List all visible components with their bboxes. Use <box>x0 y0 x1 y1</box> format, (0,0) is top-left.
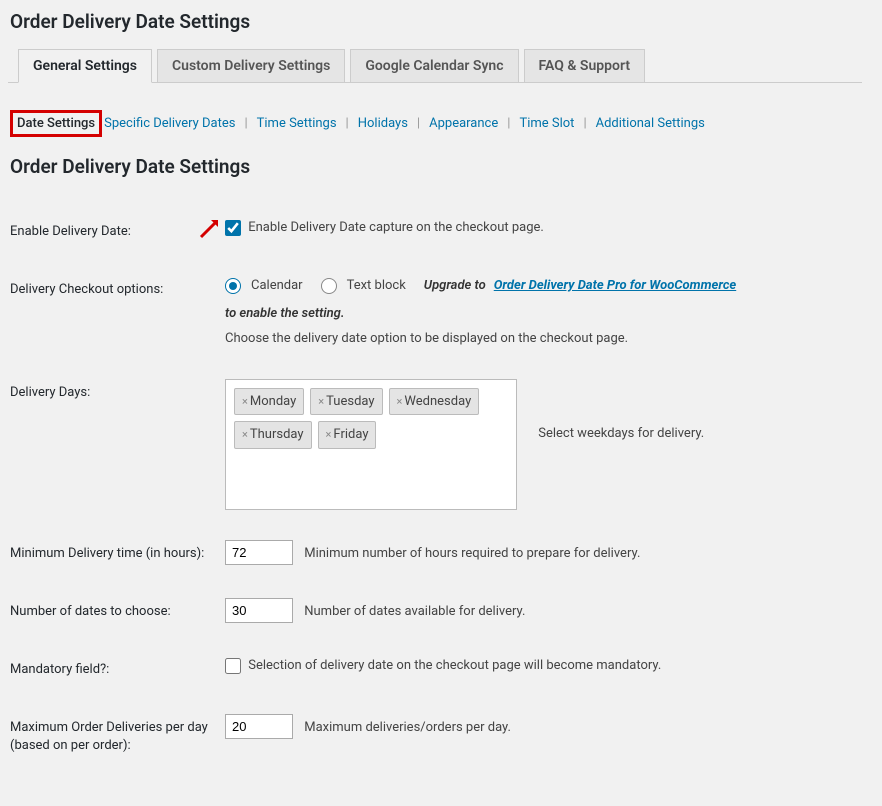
subtab-appearance[interactable]: Appearance <box>427 116 500 131</box>
subtab-time-slot[interactable]: Time Slot <box>517 116 576 131</box>
nav-tabs: General Settings Custom Delivery Setting… <box>8 48 862 83</box>
tab-custom-delivery[interactable]: Custom Delivery Settings <box>157 49 345 83</box>
label-mandatory-field: Mandatory field?: <box>8 641 223 699</box>
delivery-days-help: Select weekdays for delivery. <box>538 379 704 444</box>
number-of-dates-input[interactable] <box>225 598 293 623</box>
separator: | <box>583 116 586 131</box>
label-max-orders: Maximum Order Deliveries per day (based … <box>8 699 223 775</box>
day-tag: ×Tuesday <box>310 388 382 416</box>
remove-tag-icon[interactable]: × <box>326 428 332 441</box>
max-orders-input[interactable] <box>225 714 293 739</box>
label-delivery-days: Delivery Days: <box>8 364 223 525</box>
upgrade-text-suffix: to enable the setting. <box>225 304 344 324</box>
day-tag: ×Friday <box>318 421 377 449</box>
enable-delivery-description: Enable Delivery Date capture on the chec… <box>248 220 544 235</box>
tab-google-calendar[interactable]: Google Calendar Sync <box>350 49 518 83</box>
radio-textblock[interactable] <box>321 278 337 294</box>
subtab-date-settings[interactable]: Date Settings <box>10 110 102 137</box>
label-number-of-dates: Number of dates to choose: <box>8 583 223 641</box>
min-delivery-time-help: Minimum number of hours required to prep… <box>304 546 640 561</box>
remove-tag-icon[interactable]: × <box>242 395 248 408</box>
day-tag: ×Wednesday <box>389 388 480 416</box>
sub-tabs: Date Settings Specific Delivery Dates | … <box>10 110 862 137</box>
day-tag: ×Monday <box>234 388 304 416</box>
max-orders-help: Maximum deliveries/orders per day. <box>304 720 511 735</box>
page-title: Order Delivery Date Settings <box>10 10 862 33</box>
delivery-days-select[interactable]: ×Monday ×Tuesday ×Wednesday ×Thursday ×F… <box>225 379 517 510</box>
radio-calendar[interactable] <box>225 278 241 294</box>
radio-textblock-label: Text block <box>347 276 406 296</box>
remove-tag-icon[interactable]: × <box>318 395 324 408</box>
day-tag: ×Thursday <box>234 421 312 449</box>
remove-tag-icon[interactable]: × <box>397 395 403 408</box>
radio-calendar-label: Calendar <box>251 276 303 296</box>
separator: | <box>244 116 247 131</box>
remove-tag-icon[interactable]: × <box>242 428 248 441</box>
label-checkout-options: Delivery Checkout options: <box>8 261 223 364</box>
tab-faq-support[interactable]: FAQ & Support <box>524 49 646 83</box>
tab-general-settings[interactable]: General Settings <box>18 49 152 83</box>
arrow-annotation-icon <box>199 217 223 239</box>
subtab-time-settings[interactable]: Time Settings <box>255 116 339 131</box>
label-min-delivery-time: Minimum Delivery time (in hours): <box>8 525 223 583</box>
separator: | <box>507 116 510 131</box>
upgrade-text-prefix: Upgrade to <box>424 276 486 296</box>
checkout-options-description: Choose the delivery date option to be di… <box>225 329 860 349</box>
mandatory-checkbox[interactable] <box>225 658 241 674</box>
enable-delivery-checkbox[interactable] <box>225 220 241 236</box>
min-delivery-time-input[interactable] <box>225 540 293 565</box>
subtab-holidays[interactable]: Holidays <box>356 116 410 131</box>
separator: | <box>346 116 349 131</box>
separator: | <box>417 116 420 131</box>
label-enable-delivery: Enable Delivery Date: <box>8 203 223 261</box>
subtab-additional-settings[interactable]: Additional Settings <box>594 116 707 131</box>
upgrade-link[interactable]: Order Delivery Date Pro for WooCommerce <box>494 276 736 296</box>
number-of-dates-help: Number of dates available for delivery. <box>304 604 525 619</box>
mandatory-help: Selection of delivery date on the checko… <box>248 658 661 673</box>
section-heading: Order Delivery Date Settings <box>10 155 862 178</box>
subtab-specific-dates[interactable]: Specific Delivery Dates <box>102 116 237 131</box>
settings-form: Enable Delivery Date: Enable Delivery Da… <box>8 203 862 776</box>
